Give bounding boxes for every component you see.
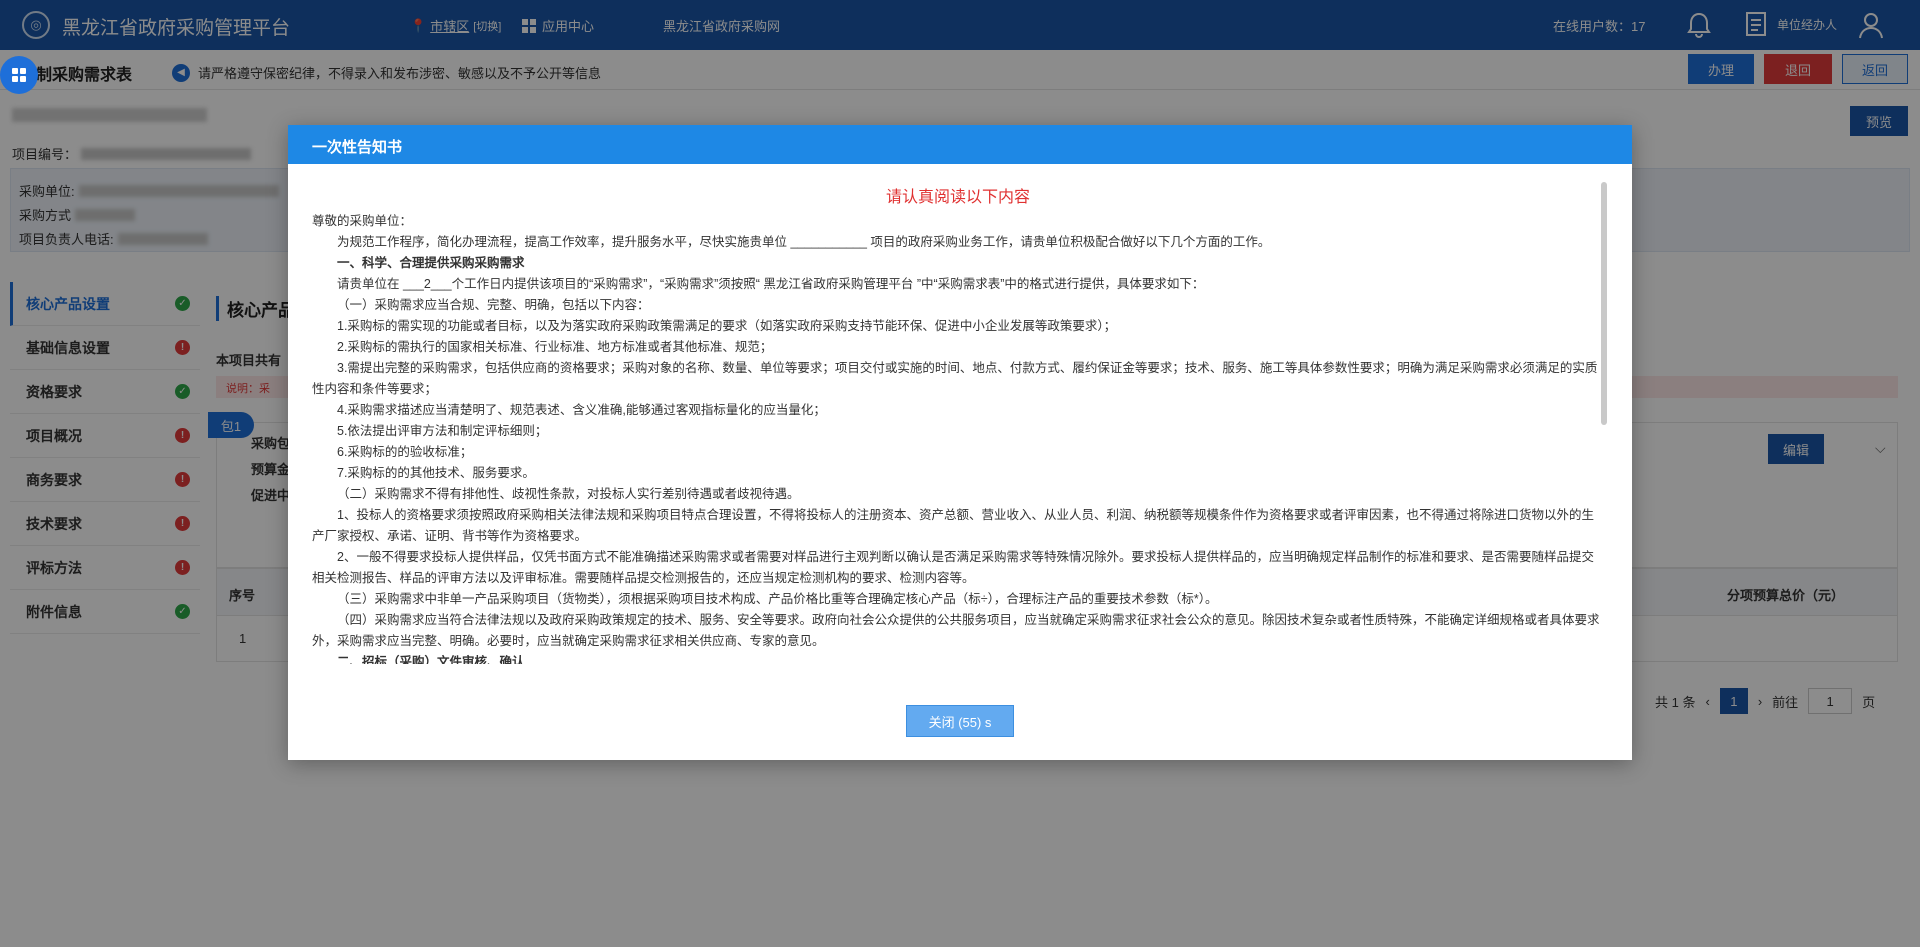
section-1-b2: 2、一般不得要求投标人提供样品，仅凭书面方式不能准确描述采购需求或者需要对样品进…: [312, 550, 1594, 585]
section-2-heading: 二、招标（采购）文件审核、确认: [337, 655, 525, 664]
intro-paragraph: 为规范工作程序，简化办理流程，提高工作效率，提升服务水平，尽快实施贵单位 ___…: [337, 235, 1271, 249]
section-1-paragraph: 请贵单位在 ___2___个工作日内提供该项目的“采购需求”，“采购需求”须按照…: [337, 277, 1205, 291]
section-1-c: （三）采购需求中非单一产品采购项目（货物类），须根据采购项目技术构成、产品价格比…: [337, 592, 1218, 606]
read-carefully-title: 请认真阅读以下内容: [885, 189, 1030, 206]
modal-body[interactable]: 请认真阅读以下内容 尊敬的采购单位： 为规范工作程序，简化办理流程，提高工作效率…: [312, 177, 1604, 664]
section-1-b1: 1、投标人的资格要求须按照政府采购相关法律法规和采购项目特点合理设置，不得将投标…: [312, 508, 1594, 543]
modal-title: 一次性告知书: [312, 139, 403, 156]
app-menu-fab[interactable]: [0, 56, 38, 94]
section-1-a6: 6.采购标的的验收标准；: [337, 445, 473, 459]
modal-footer: 关闭 (55) s: [288, 680, 1632, 740]
grid-icon: [12, 68, 26, 82]
section-1-a3: 3.需提出完整的采购需求，包括供应商的资格要求；采购对象的名称、数量、单位等要求…: [312, 361, 1598, 396]
section-1-a5: 5.依法提出评审方法和制定评标细则；: [337, 424, 548, 438]
section-1-a4: 4.采购需求描述应当清楚明了、规范表述、含义准确,能够通过客观指标量化的应当量化…: [337, 403, 826, 417]
close-countdown-button[interactable]: 关闭 (55) s: [906, 705, 1014, 737]
notice-modal: 一次性告知书 请认真阅读以下内容 尊敬的采购单位： 为规范工作程序，简化办理流程…: [288, 125, 1632, 760]
section-1-a: （一）采购需求应当合规、完整、明确，包括以下内容：: [337, 298, 650, 312]
section-1-d: （四）采购需求应当符合法律法规以及政府采购政策规定的技术、服务、安全等要求。政府…: [312, 613, 1600, 648]
section-1-a1: 1.采购标的需实现的功能或者目标，以及为落实政府采购政策需满足的要求（如落实政府…: [337, 319, 1117, 333]
section-1-a2: 2.采购标的需执行的国家相关标准、行业标准、地方标准或者其他标准、规范；: [337, 340, 773, 354]
modal-header: 一次性告知书: [288, 125, 1632, 164]
section-1-a7: 7.采购标的的其他技术、服务要求。: [337, 466, 535, 480]
greeting: 尊敬的采购单位：: [312, 214, 413, 228]
section-1-b: （二）采购需求不得有排他性、歧视性条款，对投标人实行差别待遇或者歧视待遇。: [337, 487, 800, 501]
modal-scrollbar[interactable]: [1601, 182, 1607, 425]
section-1-heading: 一、科学、合理提供采购采购需求: [337, 256, 525, 270]
